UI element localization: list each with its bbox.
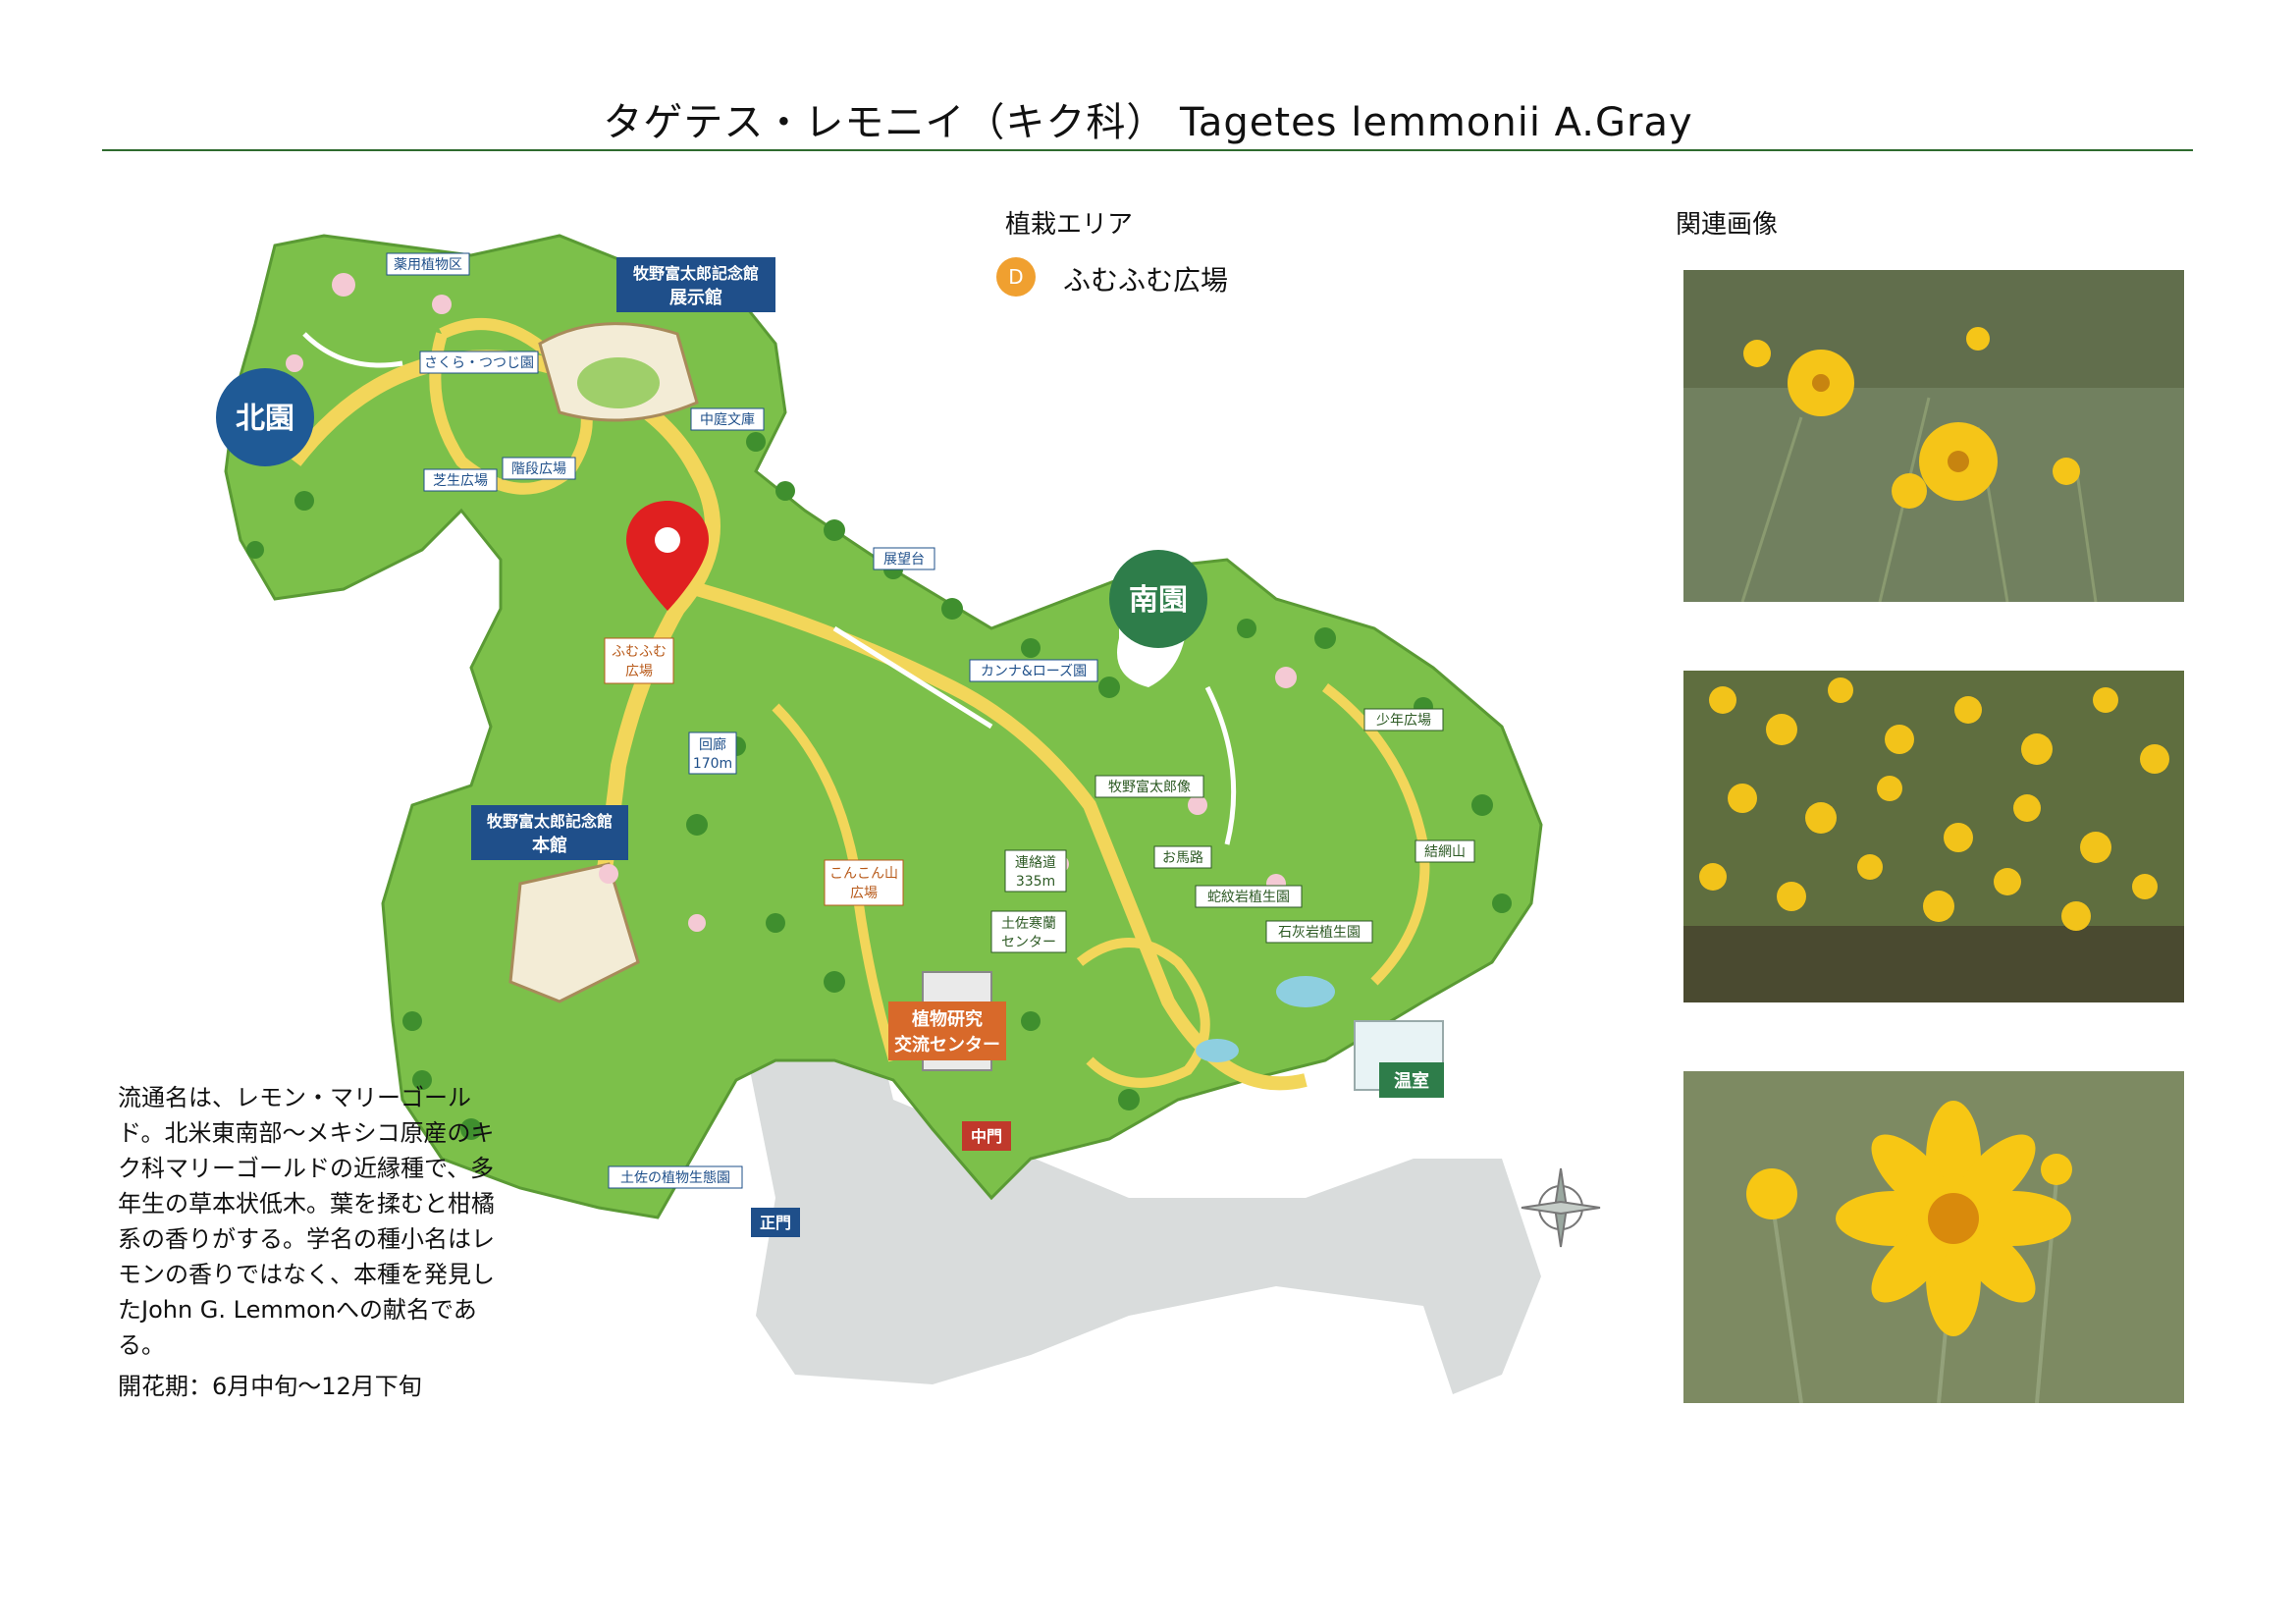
kekken-label: 結網山	[1424, 844, 1466, 860]
title-divider	[102, 149, 2193, 151]
canna-label: カンナ&ローズ園	[981, 664, 1087, 679]
courtyard-label: 中庭文庫	[700, 411, 755, 428]
planting-area-code-badge: D	[996, 257, 1036, 297]
related-images-heading: 関連画像	[1676, 210, 1779, 240]
south-garden-badge: 南園	[1109, 550, 1207, 648]
observatory-label: 展望台	[883, 552, 925, 568]
stairs-label: 階段広場	[511, 461, 566, 477]
connecting-label: 連絡道	[1015, 855, 1056, 871]
fumufumu-label-1: ふむふむ	[612, 644, 667, 660]
exhibit-hall-label-1: 牧野富太郎記念館	[633, 264, 759, 283]
konkon-label-2: 広場	[850, 886, 878, 901]
main-hall-label-1: 牧野富太郎記念館	[487, 812, 613, 831]
plant-description: 流通名は、レモン・マリーゴールド。北米東南部～メキシコ原産のキク科マリーゴールド…	[118, 1084, 495, 1359]
fumufumu-label-2: 広場	[625, 664, 653, 679]
planting-area-heading: 植栽エリア	[1005, 210, 1134, 240]
medicinal-label: 薬用植物区	[394, 257, 462, 273]
makino-statue-label: 牧野富太郎像	[1108, 779, 1191, 795]
tosa-center-label-1: 土佐寒蘭	[1001, 915, 1056, 932]
compass-icon	[1521, 1167, 1601, 1248]
serpentine-label: 蛇紋岩植生園	[1207, 890, 1290, 905]
yellow-flower-cluster-photo	[1683, 270, 2184, 602]
lawn-label: 芝生広場	[433, 473, 488, 489]
konkon-label-1: こんこん山	[829, 866, 898, 882]
pond-2	[1196, 1039, 1239, 1062]
tosa-center-label-2: センター	[1001, 935, 1056, 950]
research-center-label-2: 交流センター	[894, 1034, 1000, 1056]
main-hall-label-2: 本館	[532, 835, 567, 856]
page-title: タゲテス・レモニイ（キク科） Tagetes lemmonii A.Gray	[603, 100, 1693, 145]
yellow-flower-field-photo	[1683, 671, 2184, 1002]
horse-path-label: お馬路	[1162, 850, 1203, 866]
garden-green-area	[224, 234, 1543, 1219]
connecting-length: 335m	[1016, 874, 1055, 890]
main-gate-label: 正門	[760, 1214, 791, 1232]
south-garden-label: 南園	[1129, 583, 1188, 618]
research-center-label-1: 植物研究	[912, 1008, 983, 1030]
sakura-label: さくら・つつじ園	[424, 355, 534, 371]
exhibit-hall-label-2: 展示館	[669, 287, 722, 308]
yellow-flower-closeup-photo	[1683, 1071, 2184, 1403]
bloom-period: 開花期：6月中旬～12月下旬	[118, 1373, 422, 1400]
north-garden-badge: 北園	[216, 368, 314, 466]
north-garden-label: 北園	[236, 402, 294, 436]
planting-area-name: ふむふむ広場	[1063, 264, 1229, 297]
corridor-length: 170m	[693, 756, 732, 772]
corridor-label: 回廊	[699, 736, 726, 753]
middle-gate-label: 中門	[971, 1127, 1002, 1146]
tosa-ecology-label: 土佐の植物生態園	[620, 1170, 730, 1186]
pond	[1276, 976, 1335, 1007]
greenhouse-label: 温室	[1394, 1070, 1429, 1092]
limestone-label: 石灰岩植生園	[1278, 925, 1361, 941]
boys-plaza-label: 少年広場	[1376, 713, 1431, 729]
courtyard	[577, 357, 660, 408]
